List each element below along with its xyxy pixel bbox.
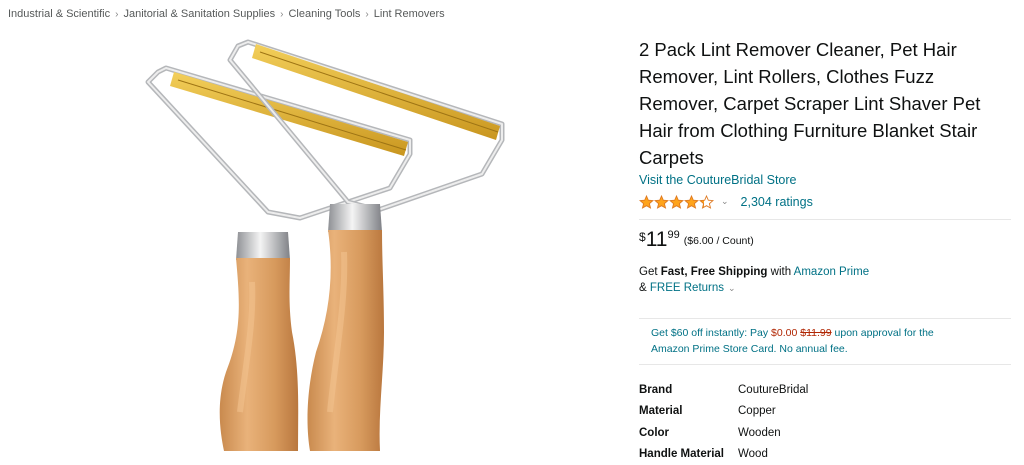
breadcrumb-item-janitorial[interactable]: Janitorial & Sanitation Supplies	[123, 8, 275, 20]
chevron-right-icon: ›	[280, 9, 283, 20]
breadcrumb-item-lint-removers[interactable]: Lint Removers	[374, 8, 445, 20]
star-icon	[669, 195, 684, 209]
chevron-down-icon[interactable]: ⌄	[721, 196, 729, 207]
store-link[interactable]: Visit the CoutureBridal Store	[639, 173, 797, 187]
divider	[639, 219, 1011, 220]
ratings-count-link[interactable]: 2,304 ratings	[741, 195, 813, 209]
rating-row: ⌄ 2,304 ratings	[639, 193, 1014, 210]
star-icon	[654, 195, 669, 209]
promo-text-a: Get $60 off instantly: Pay	[651, 327, 771, 339]
star-icon	[699, 195, 714, 209]
price: $ 11 99 ($6.00 / Count)	[639, 228, 1014, 252]
prime-card-promo[interactable]: Get $60 off instantly: Pay $0.00 $11.99 …	[639, 318, 1011, 365]
free-returns-link[interactable]: FREE Returns	[650, 282, 724, 294]
chevron-right-icon: ›	[365, 9, 368, 20]
spec-row: Handle MaterialWood	[639, 444, 808, 465]
product-image[interactable]	[130, 32, 550, 451]
spec-row: MaterialCopper	[639, 401, 808, 423]
promo-text-b: upon approval for the	[832, 327, 934, 339]
fast-free-shipping: Fast, Free Shipping	[661, 266, 768, 278]
spec-key: Color	[639, 422, 738, 444]
promo-old-price: $11.99	[800, 327, 831, 339]
chevron-right-icon: ›	[115, 9, 118, 20]
breadcrumb: Industrial & Scientific › Janitorial & San…	[8, 8, 445, 20]
spec-key: Material	[639, 401, 738, 423]
returns-prefix: &	[639, 282, 650, 294]
spec-value: Wood	[738, 444, 808, 465]
product-info: 2 Pack Lint Remover Cleaner, Pet Hair Re…	[639, 36, 1014, 465]
spec-value: Copper	[738, 401, 808, 423]
promo-pay-price: $0.00	[771, 327, 797, 339]
shipping-info: Get Fast, Free Shipping with Amazon Prim…	[639, 264, 1014, 296]
spec-key: Handle Material	[639, 444, 738, 465]
price-symbol: $	[639, 230, 646, 244]
spec-row: ColorWooden	[639, 422, 808, 444]
product-photo	[130, 32, 550, 451]
spec-value: CoutureBridal	[738, 379, 808, 401]
price-fraction: 99	[668, 229, 680, 241]
spec-value: Wooden	[738, 422, 808, 444]
breadcrumb-item-cleaning-tools[interactable]: Cleaning Tools	[288, 8, 360, 20]
breadcrumb-item-industrial[interactable]: Industrial & Scientific	[8, 8, 110, 20]
product-specs-table: BrandCoutureBridal MaterialCopper ColorW…	[639, 379, 808, 465]
spec-row: BrandCoutureBridal	[639, 379, 808, 401]
amazon-prime-link[interactable]: Amazon Prime	[794, 266, 869, 278]
star-icon	[684, 195, 699, 209]
shipping-with: with	[767, 266, 793, 278]
shipping-prefix: Get	[639, 266, 661, 278]
unit-price: ($6.00 / Count)	[684, 235, 754, 247]
spec-key: Brand	[639, 379, 738, 401]
promo-text-line2: Amazon Prime Store Card. No annual fee.	[651, 343, 848, 355]
star-rating[interactable]	[639, 195, 714, 209]
product-title: 2 Pack Lint Remover Cleaner, Pet Hair Re…	[639, 36, 1014, 171]
price-whole: 11	[646, 228, 668, 252]
chevron-down-icon[interactable]: ⌄	[728, 283, 736, 293]
star-icon	[639, 195, 654, 209]
